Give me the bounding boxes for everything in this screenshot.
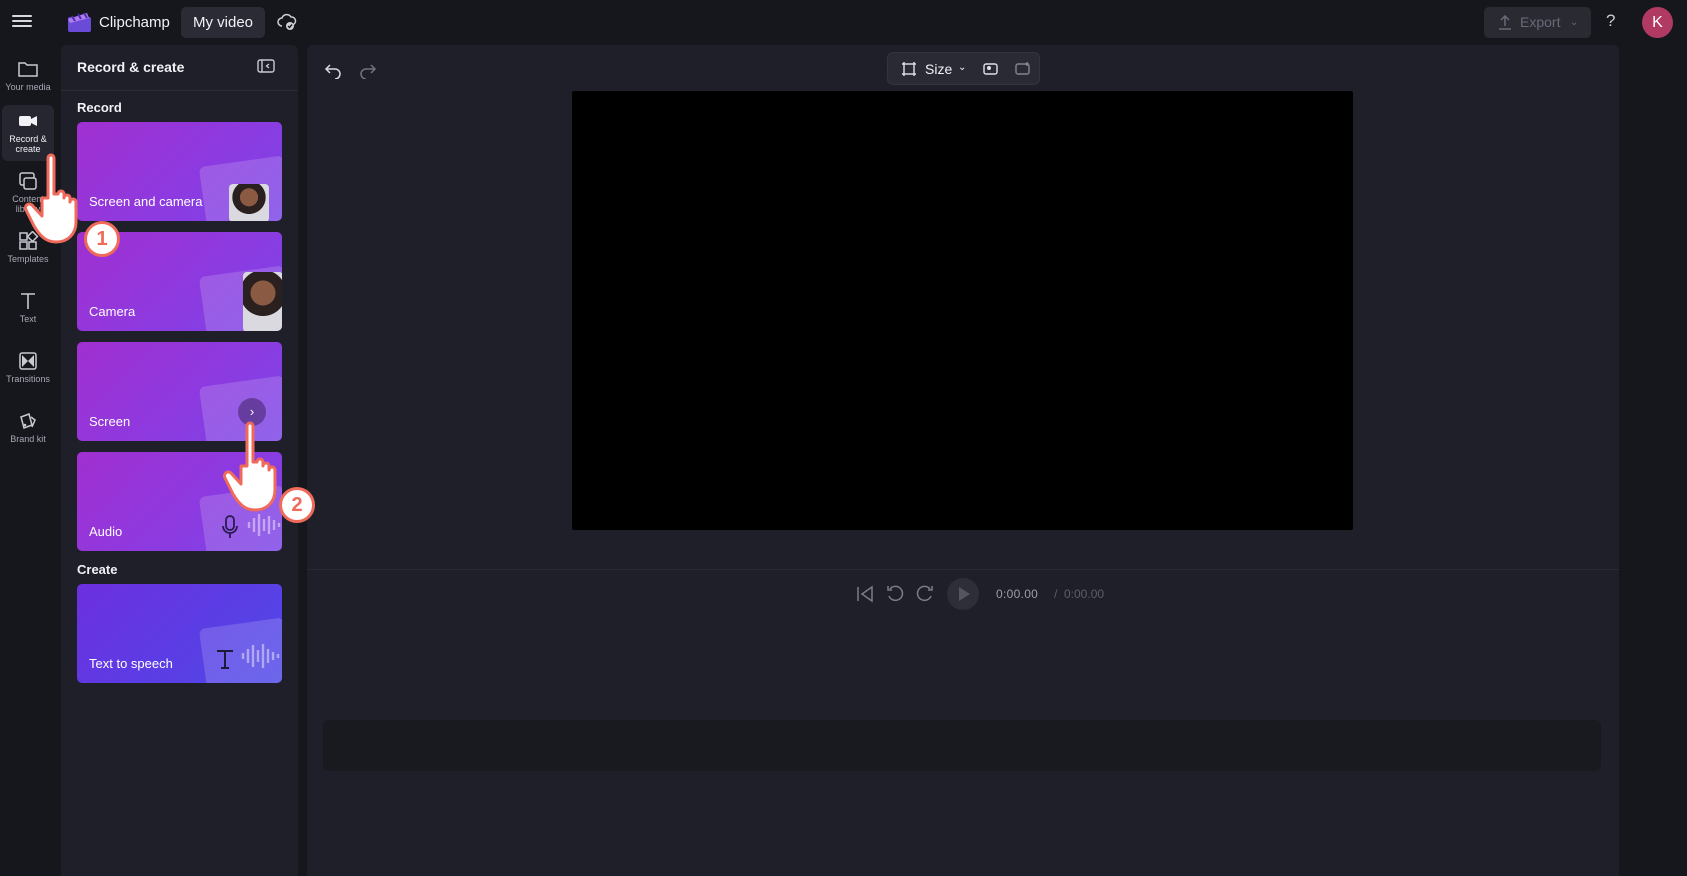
templates-icon xyxy=(19,231,39,250)
sidebar-item-text[interactable]: Text xyxy=(2,285,54,341)
total-time: 0:00.00 xyxy=(1064,587,1105,601)
undo-icon[interactable] xyxy=(324,61,342,79)
create-section-label: Create xyxy=(77,562,118,577)
chevron-down-icon: ⌄ xyxy=(958,62,967,73)
card-label: Camera xyxy=(89,304,136,319)
left-nav: Your media Record & create Content libra… xyxy=(0,45,58,876)
sidebar-item-label: Transitions xyxy=(6,374,50,384)
clipchamp-logo xyxy=(68,12,91,32)
sidebar-item-label: Text xyxy=(19,314,37,324)
timeline-track[interactable] xyxy=(323,720,1601,771)
sidebar-item-label: Content library xyxy=(12,194,44,214)
current-time: 0:00.00 xyxy=(996,587,1039,601)
time-separator: / xyxy=(1054,587,1058,601)
upload-icon xyxy=(1499,15,1511,30)
avatar[interactable]: K xyxy=(1642,7,1673,38)
card-label: Screen and camera xyxy=(89,194,203,209)
card-label: Screen xyxy=(89,414,131,429)
sidebar-item-label: Brand kit xyxy=(10,434,46,444)
video-preview[interactable] xyxy=(572,91,1353,530)
cloud-sync-icon[interactable] xyxy=(277,12,297,32)
camera-icon xyxy=(19,116,37,126)
content-library-icon xyxy=(19,172,37,190)
sidebar-item-record-create[interactable]: Record & create xyxy=(2,105,54,161)
sidebar-item-content-library[interactable]: Content library xyxy=(2,165,54,221)
brand-kit-icon xyxy=(20,413,36,429)
waveform-icon xyxy=(241,644,280,668)
hamburger-menu-icon[interactable] xyxy=(12,12,32,32)
sidebar-item-templates[interactable]: Templates xyxy=(2,225,54,281)
audio-card[interactable]: Audio xyxy=(77,452,282,551)
step-1-badge: 1 xyxy=(84,221,120,257)
sidebar-item-your-media[interactable]: Your media xyxy=(2,53,54,109)
panel-divider xyxy=(61,90,298,91)
redo-icon[interactable] xyxy=(359,61,377,79)
sidebar-item-transitions[interactable]: Transitions xyxy=(2,345,54,401)
skip-to-start-icon[interactable] xyxy=(854,583,876,605)
card-label: Audio xyxy=(89,524,123,539)
record-section-label: Record xyxy=(77,100,122,115)
rewind-5-icon[interactable] xyxy=(884,583,906,605)
record-create-panel: Record & create Record Screen and camera… xyxy=(61,45,298,876)
transitions-icon xyxy=(19,352,37,370)
project-name-tab[interactable]: My video xyxy=(181,7,266,38)
screen-and-camera-card[interactable]: Screen and camera xyxy=(77,122,282,221)
sidebar-item-label: Your media xyxy=(5,82,51,92)
sidebar-item-label: Templates xyxy=(7,254,49,264)
forward-5-icon[interactable] xyxy=(914,583,936,605)
text-t-icon xyxy=(217,650,233,669)
top-bar: Clipchamp My video Export ⌄ ? K xyxy=(0,0,1687,45)
background-color-icon[interactable] xyxy=(982,61,999,77)
help-icon[interactable]: ? xyxy=(1606,11,1615,31)
collapse-panel-icon[interactable] xyxy=(257,58,275,74)
chevron-right-icon[interactable]: › xyxy=(238,398,266,426)
aspect-ratio-icon[interactable] xyxy=(901,61,917,77)
text-icon xyxy=(21,293,35,309)
play-button[interactable] xyxy=(947,578,979,610)
panel-title: Record & create xyxy=(77,59,185,75)
preview-toolbar: Size ⌄ xyxy=(887,52,1040,85)
card-label: Text to speech xyxy=(89,656,173,671)
editor-stage: Size ⌄ 0:00.00 / 0:00.00 xyxy=(307,45,1619,876)
text-to-speech-card[interactable]: Text to speech xyxy=(77,584,282,683)
size-button[interactable]: Size xyxy=(925,61,952,77)
stage-divider xyxy=(307,569,1619,570)
person-thumbnail xyxy=(229,184,269,221)
person-thumbnail xyxy=(243,272,282,331)
screen-card[interactable]: › Screen xyxy=(77,342,282,441)
sidebar-item-label: Record & create xyxy=(9,134,47,154)
app-name: Clipchamp xyxy=(99,14,170,31)
chevron-down-icon: ⌄ xyxy=(1570,17,1579,28)
step-2-badge: 2 xyxy=(279,487,315,523)
export-label: Export xyxy=(1520,14,1561,30)
waveform-icon xyxy=(247,514,281,536)
microphone-icon xyxy=(222,515,238,538)
folder-icon xyxy=(18,62,38,77)
add-media-icon[interactable] xyxy=(1014,61,1031,77)
export-button[interactable]: Export ⌄ xyxy=(1484,7,1591,38)
sidebar-item-brand-kit[interactable]: Brand kit xyxy=(2,405,54,461)
